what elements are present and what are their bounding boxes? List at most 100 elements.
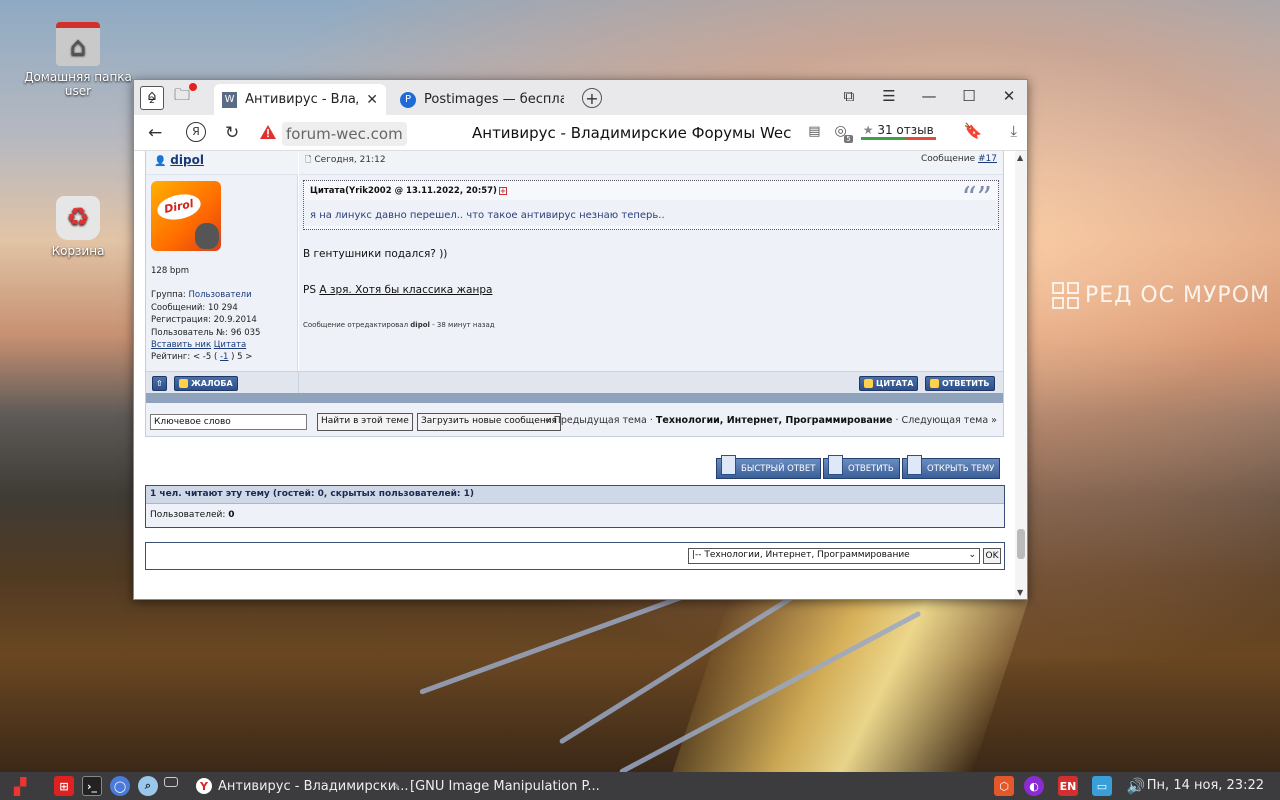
insert-nick-link[interactable]: Вставить ник	[151, 340, 211, 350]
tab-antivirus[interactable]: W Антивирус - Владимир ✕	[214, 84, 386, 115]
user-registered: Регистрация: 20.9.2014	[151, 315, 257, 326]
home-folder-icon: ⌂	[56, 22, 100, 66]
group-label: Группа:	[151, 290, 186, 301]
address-bar: ← Я ↻ forum-wec.com Антивирус - Владимир…	[134, 115, 1027, 151]
notification-dot	[189, 82, 197, 91]
taskbar-item-gimp[interactable]: ✎ [GNU Image Manipulation P...	[388, 776, 599, 796]
trash-icon: ♻	[56, 196, 100, 240]
edit-note-user: dipol	[410, 321, 430, 329]
add-reply-button[interactable]: ОТВЕТИТЬ	[823, 455, 900, 479]
post-separator	[146, 393, 1003, 403]
home-folder-shortcut[interactable]: ⌂ Домашняя папка user	[23, 22, 133, 98]
scrollbar[interactable]: ▲ ▼	[1015, 151, 1027, 599]
post-text-line1: В гентушники подался? ))	[303, 248, 448, 260]
quote-link[interactable]: Цитата	[214, 340, 246, 350]
add-reply-label: ОТВЕТИТЬ	[848, 463, 894, 474]
new-topic-button[interactable]: ОТКРЫТЬ ТЕМУ	[902, 455, 1001, 479]
trash-label: Корзина	[51, 244, 105, 258]
quote-button[interactable]: ЦИТАТА	[859, 376, 919, 391]
rating-value[interactable]: -1	[220, 352, 228, 362]
scroll-top-button[interactable]: ⇧	[152, 376, 167, 391]
reload-icon[interactable]: ↻	[225, 123, 239, 143]
security-warning-icon[interactable]	[258, 122, 278, 142]
category-link[interactable]: Технологии, Интернет, Программирование	[656, 415, 893, 426]
network-icon[interactable]: ▭	[1092, 776, 1112, 796]
reviews-badge[interactable]: ★ 31 отзыв	[860, 122, 936, 140]
document-icon	[721, 455, 736, 475]
author-profile: Dirol 128 bpm Группа: Пользователи Сообщ…	[146, 175, 298, 371]
url-field[interactable]: forum-wec.com	[282, 122, 407, 146]
group-link[interactable]: Пользователи	[189, 290, 252, 300]
prev-topic-link[interactable]: « Предыдущая тема ·	[545, 415, 653, 426]
bookmark-icon[interactable]: 🔖	[964, 122, 983, 140]
browser-launcher-icon[interactable]: ◯	[110, 776, 130, 796]
keyboard-layout-indicator[interactable]: EN	[1058, 776, 1078, 796]
new-tab-button[interactable]: +	[582, 88, 602, 108]
bookmarks-panel-icon[interactable]: ⧉	[839, 87, 859, 105]
post-date: Сегодня, 21:12	[314, 155, 386, 165]
minimize-icon[interactable]: —	[919, 87, 939, 105]
keyword-input[interactable]: Ключевое слово	[150, 414, 307, 430]
clock[interactable]: Пн, 14 ноя, 23:22	[1147, 778, 1264, 793]
user-links: Вставить ник Цитата	[151, 339, 292, 351]
forum-jump-selected: |-- Технологии, Интернет, Программирован…	[692, 550, 910, 560]
page-content: 👤 dipol 🗋 Сегодня, 21:12 Сообщение #17 D…	[134, 151, 1027, 599]
forum-jump-select[interactable]: |-- Технологии, Интернет, Программирован…	[688, 548, 980, 564]
message-number-link[interactable]: #17	[978, 154, 997, 164]
tab-groups-button[interactable]: 🗀	[170, 82, 197, 110]
tab-postimages[interactable]: P Postimages — бесплатны	[392, 84, 572, 115]
reply-button[interactable]: ОТВЕТИТЬ	[925, 376, 995, 391]
reader-mode-icon[interactable]: ▤	[808, 124, 820, 139]
back-arrow-icon[interactable]: ←	[148, 123, 162, 143]
yandex-icon[interactable]: Я	[186, 122, 206, 142]
maximize-icon[interactable]: ☐	[959, 87, 979, 105]
home-folder-label: Домашняя папка user	[24, 70, 132, 98]
up-arrow-icon: ⇧	[156, 379, 163, 388]
forum-favicon-icon: W	[222, 91, 238, 108]
load-new-posts-button[interactable]: Загрузить новые сообщения	[417, 413, 561, 431]
next-topic-link[interactable]: · Следующая тема »	[896, 415, 997, 426]
close-window-icon[interactable]: ✕	[999, 87, 1019, 105]
terminal-icon[interactable]: ›_	[82, 776, 102, 796]
firefox-icon[interactable]: ◐	[1024, 776, 1044, 796]
search-icon[interactable]: ⌕	[138, 776, 158, 796]
volume-icon[interactable]: 🔊	[1126, 776, 1146, 796]
users-count: 0	[228, 510, 235, 520]
protect-icon[interactable]: ◎ 5	[835, 123, 853, 143]
document-icon	[828, 455, 843, 475]
yandex-browser-icon: Y	[196, 778, 212, 794]
taskbar-item-browser[interactable]: Y Антивирус - Владимирски...	[196, 776, 409, 796]
avatar: Dirol	[151, 181, 221, 251]
scroll-down-icon[interactable]: ▼	[1017, 588, 1023, 597]
forum-jump: |-- Технологии, Интернет, Программирован…	[145, 542, 1005, 570]
quote-button-label: ЦИТАТА	[876, 379, 914, 388]
forum-jump-ok-button[interactable]: OK	[983, 548, 1001, 564]
postimages-favicon-icon: P	[400, 91, 416, 108]
quote-jump-icon[interactable]: +	[498, 186, 507, 195]
scrollbar-thumb[interactable]	[1017, 529, 1025, 559]
download-icon[interactable]: ⤓	[1010, 122, 1017, 140]
taskbar: ▞ ⊞ ›_ ◯ ⌕ Y Антивирус - Владимирски... …	[0, 772, 1280, 800]
trash-shortcut[interactable]: ♻ Корзина	[23, 196, 133, 258]
package-icon[interactable]: ⬡	[994, 776, 1014, 796]
show-desktop-icon[interactable]	[164, 777, 178, 787]
complaint-button[interactable]: ЖАЛОБА	[174, 376, 238, 391]
tab-counter-label: 2	[149, 95, 155, 106]
quote-header: Цитата(Yrik2002 @ 13.11.2022, 20:57) +	[304, 181, 998, 196]
post-link[interactable]: А зря. Хотя бы классика жанра	[319, 284, 492, 296]
apps-icon[interactable]: ⊞	[54, 776, 74, 796]
chevron-down-icon: ⌄	[968, 550, 976, 560]
menu-icon[interactable]: ☰	[879, 87, 899, 105]
find-in-topic-button[interactable]: Найти в этой теме	[317, 413, 413, 431]
topic-search-row: Ключевое слово Найти в этой теме Загрузи…	[145, 403, 1004, 437]
message-label: Сообщение	[920, 154, 976, 164]
quick-reply-button[interactable]: БЫСТРЫЙ ОТВЕТ	[716, 455, 822, 479]
tab-counter-button[interactable]: ⌂ 2	[140, 85, 164, 110]
start-menu-icon[interactable]: ▞	[10, 776, 30, 796]
author-link[interactable]: dipol	[170, 153, 204, 167]
edit-note-prefix: Сообщение отредактировал	[303, 321, 409, 329]
scroll-up-icon[interactable]: ▲	[1017, 153, 1023, 162]
close-tab-icon[interactable]: ✕	[366, 92, 378, 108]
new-topic-label: ОТКРЫТЬ ТЕМУ	[927, 463, 995, 474]
quick-reply-label: БЫСТРЫЙ ОТВЕТ	[741, 463, 816, 474]
